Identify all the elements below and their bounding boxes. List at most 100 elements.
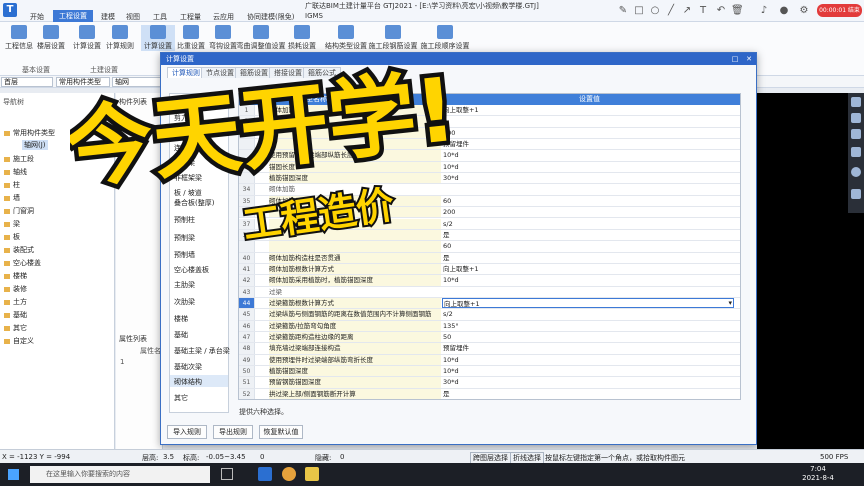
- row-value[interactable]: 10*d: [442, 275, 734, 285]
- ribbon-rebar-calc-settings-button[interactable]: 计算设置: [141, 25, 175, 51]
- settings-icon[interactable]: ⚙: [798, 5, 810, 17]
- menu-tab-project-settings[interactable]: 工程设置: [53, 10, 93, 22]
- ribbon-stage-order-button[interactable]: 施工段顺序设置: [420, 25, 470, 51]
- tree-item-column[interactable]: 柱: [4, 180, 20, 190]
- grid-group-row[interactable]: 43 过梁: [239, 286, 740, 298]
- undo-icon[interactable]: ↶: [715, 5, 727, 17]
- tree-item-custom[interactable]: 自定义: [4, 336, 34, 346]
- category-item[interactable]: 基础次梁: [174, 362, 202, 372]
- tree-item-hollow-floor[interactable]: 空心楼盖: [4, 258, 41, 268]
- category-item[interactable]: 楼梯: [174, 314, 188, 324]
- row-value[interactable]: 是: [442, 230, 734, 240]
- row-value[interactable]: 是: [442, 253, 734, 263]
- ribbon-stage-rebar-button[interactable]: 施工段钢筋设置: [368, 25, 418, 51]
- row-value[interactable]: 10*d: [442, 162, 734, 172]
- view-3d-icon[interactable]: [851, 97, 861, 107]
- restore-defaults-button[interactable]: 恢复默认值: [259, 425, 303, 439]
- row-value[interactable]: 10*d: [442, 355, 734, 365]
- view-rotate-icon[interactable]: [851, 147, 861, 157]
- trash-icon[interactable]: 🗑: [731, 5, 744, 17]
- row-value[interactable]: 向上取整+1: [442, 105, 734, 115]
- speaker-icon[interactable]: ♪: [758, 5, 770, 17]
- grid-row[interactable]: 52 拱过梁上部/侧面钢筋断开计算是: [239, 388, 740, 399]
- view-fit-icon[interactable]: [851, 189, 861, 199]
- view-box-icon[interactable]: [851, 129, 861, 139]
- import-rules-button[interactable]: 导入规则: [167, 425, 207, 439]
- category-item[interactable]: 主肋梁: [174, 280, 195, 290]
- taskbar-search-input[interactable]: 在这里输入你要搜索的内容: [30, 466, 210, 483]
- ribbon-floor-settings-button[interactable]: 楼层设置: [34, 25, 68, 51]
- tree-item-axis[interactable]: 轴线: [4, 167, 27, 177]
- dropdown-arrow-icon[interactable]: ▾: [728, 298, 732, 309]
- grid-row[interactable]: 51 预留钢筋锚固深度 30*d: [239, 377, 740, 389]
- microphone-icon[interactable]: ●: [778, 5, 790, 17]
- row-value[interactable]: 预留埋件: [442, 139, 734, 149]
- windows-start-icon[interactable]: [8, 469, 19, 480]
- ribbon-loss-settings-button[interactable]: 损耗设置: [285, 25, 319, 51]
- grid-row[interactable]: 45 过梁纵筋与侧面钢筋的距离在数值范围内不计算侧面钢筋 s/2: [239, 309, 740, 321]
- tree-item-beam[interactable]: 梁: [4, 219, 20, 229]
- line-icon[interactable]: ╱: [665, 5, 677, 17]
- tree-item-earthwork[interactable]: 土方: [4, 297, 27, 307]
- category-item[interactable]: 预制柱: [174, 215, 195, 225]
- menu-tab-quantity[interactable]: 工程量: [180, 12, 201, 22]
- row-value[interactable]: 60: [442, 196, 734, 206]
- rectangle-icon[interactable]: □: [633, 5, 645, 17]
- app-logo-icon[interactable]: T: [3, 3, 17, 17]
- ribbon-gravity-settings-button[interactable]: 比重设置: [174, 25, 208, 51]
- row-value[interactable]: s/2: [442, 219, 734, 229]
- menu-tab-igms[interactable]: IGMS: [305, 12, 323, 20]
- tree-item-wall[interactable]: 墙: [4, 193, 20, 203]
- tree-item-stage[interactable]: 施工段: [4, 154, 34, 164]
- tree-item-prefab[interactable]: 装配式: [4, 245, 34, 255]
- dialog-close-button[interactable]: ✕: [743, 53, 755, 65]
- row-value[interactable]: 向上取整+1: [442, 297, 734, 309]
- text-icon[interactable]: T: [697, 5, 709, 17]
- menu-tab-cloud[interactable]: 云应用: [213, 12, 234, 22]
- ribbon-calc-rules-button[interactable]: 计算规则: [103, 25, 137, 51]
- row-value[interactable]: 0: [442, 116, 734, 126]
- tree-item-finishing[interactable]: 装修: [4, 284, 27, 294]
- export-rules-button[interactable]: 导出规则: [213, 425, 253, 439]
- row-value[interactable]: 200: [442, 207, 734, 217]
- row-value[interactable]: 50: [442, 332, 734, 342]
- circle-icon[interactable]: ○: [649, 5, 661, 17]
- row-value[interactable]: 向上取整+1: [442, 264, 734, 274]
- tree-item-axis-grid[interactable]: 轴网(J): [22, 140, 48, 150]
- menu-tab-view[interactable]: 视图: [126, 12, 140, 22]
- ribbon-calc-settings-button[interactable]: 计算设置: [70, 25, 104, 51]
- category-item[interactable]: 预制梁: [174, 233, 195, 243]
- row-value[interactable]: 10*d: [442, 150, 734, 160]
- grid-row[interactable]: 41 砌体加筋根数计算方式 向上取整+1: [239, 263, 740, 276]
- menu-tab-collab[interactable]: 协同建模(限免): [247, 12, 294, 22]
- row-value[interactable]: 是: [442, 389, 734, 399]
- floor-select[interactable]: 首层: [1, 77, 53, 87]
- category-item[interactable]: 预制墙: [174, 250, 195, 260]
- row-value[interactable]: [442, 184, 734, 194]
- row-value[interactable]: 30*d: [442, 377, 734, 387]
- pen-icon[interactable]: ✎: [617, 5, 629, 17]
- app-taskbar-icon[interactable]: [258, 467, 272, 481]
- tree-item-openings[interactable]: 门窗洞: [4, 206, 34, 216]
- tree-item-slab[interactable]: 板: [4, 232, 20, 242]
- row-value[interactable]: 预留埋件: [442, 343, 734, 353]
- menu-tab-modeling[interactable]: 建模: [101, 12, 115, 22]
- ribbon-structure-type-button[interactable]: 结构类型设置: [324, 25, 368, 51]
- view-refresh-icon[interactable]: [851, 167, 861, 177]
- tree-item-other[interactable]: 其它: [4, 323, 27, 333]
- task-view-icon[interactable]: [221, 468, 233, 480]
- grid-row[interactable]: 46 过梁箍筋/拉筋弯勾角度 135°: [239, 320, 740, 332]
- grid-row[interactable]: 42 砌体加筋采用植筋时，植筋锚固深度 10*d: [239, 275, 740, 287]
- category-item[interactable]: 基础主梁 / 承台梁: [174, 346, 230, 356]
- row-value[interactable]: 100: [442, 128, 734, 138]
- category-item[interactable]: 基础: [174, 330, 188, 340]
- category-item[interactable]: 其它: [174, 393, 188, 403]
- row-value[interactable]: [442, 287, 734, 297]
- grid-row[interactable]: 48 填充墙过梁端部连接构造 预留埋件: [239, 343, 740, 355]
- category-item[interactable]: 空心楼盖板: [174, 265, 209, 275]
- ribbon-bend-adjust-button[interactable]: 弯曲调整值设置: [236, 25, 286, 51]
- category-item-selected[interactable]: 砌体结构: [170, 375, 228, 387]
- ribbon-project-info-button[interactable]: 工程信息: [2, 25, 36, 51]
- grid-row[interactable]: 49 使用预埋件时过梁端部纵筋弯折长度 10*d: [239, 354, 740, 367]
- record-stop-button[interactable]: 00:00:01 结束: [817, 4, 862, 17]
